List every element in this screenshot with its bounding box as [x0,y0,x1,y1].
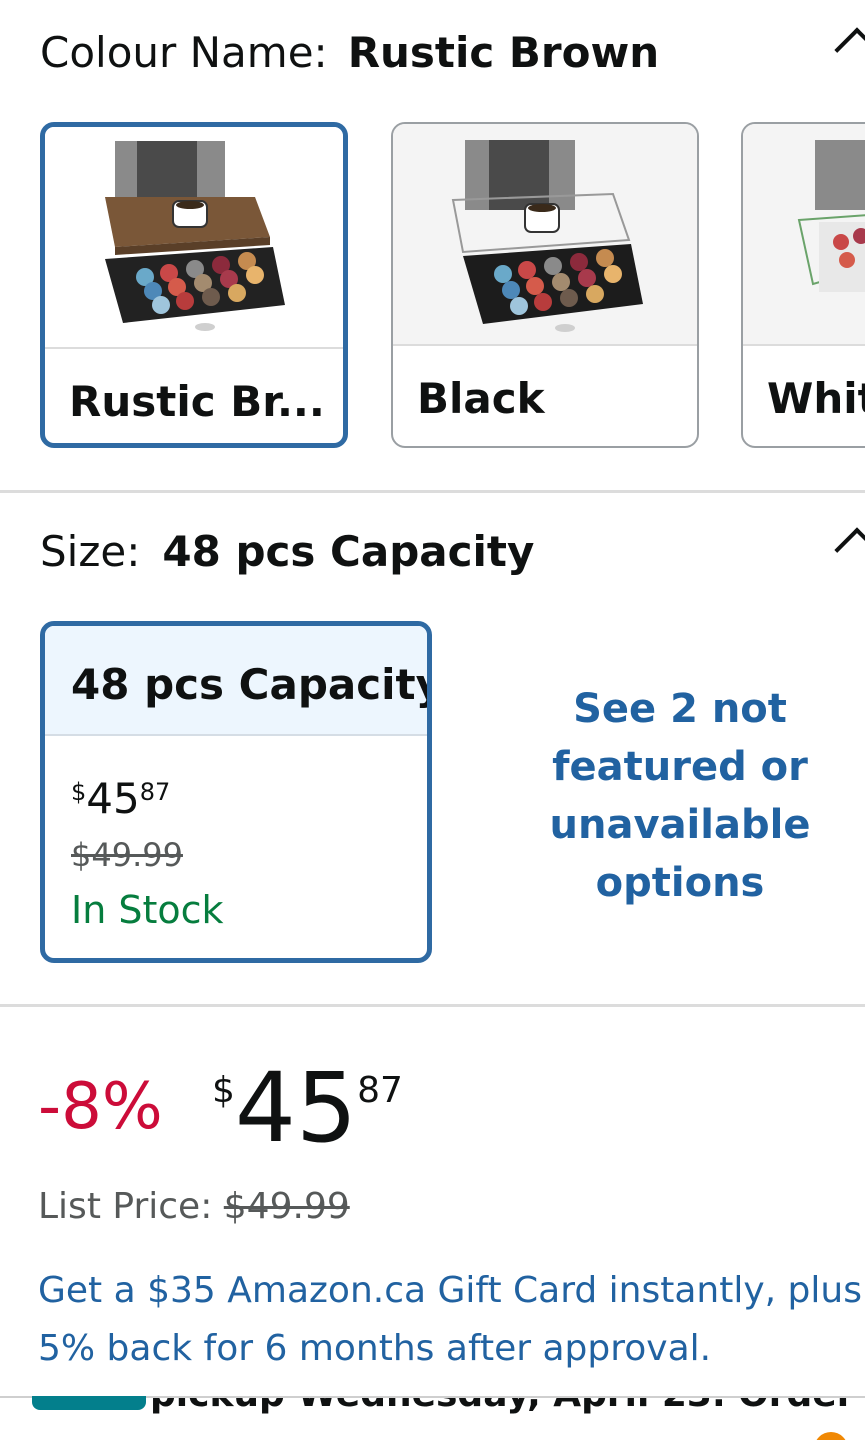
gift-card-promo-link[interactable]: Get a $35 Amazon.ca Gift Card instantly,… [38,1262,865,1378]
cart-badge-icon[interactable] [814,1432,848,1440]
colour-option-label: Whit [767,374,865,423]
colour-option-label: Rustic Br... [69,377,325,426]
stock-status: In Stock [71,888,224,932]
product-variations-page: Colour Name: Rustic Brown Rustic Br... B… [0,0,865,1440]
section-divider [0,1004,865,1007]
colour-selected-value: Rustic Brown [347,28,660,77]
main-price-symbol: $ [212,1070,235,1111]
discount-percentage: -8% [38,1070,163,1144]
price-whole: 45 [86,774,140,823]
bottom-bar: FREE pickup Wednesday, April 23. Order [0,1396,865,1440]
colour-header: Colour Name: Rustic Brown [40,28,659,77]
list-price-value: $49.99 [223,1186,350,1227]
rustic-brown-product-image [45,127,343,349]
price-symbol: $ [71,778,87,806]
size-card-strike-price: $49.99 [71,836,183,874]
size-card-title: 48 pcs Capacity [71,660,432,709]
colour-option-label: Black [417,374,545,423]
white-product-image [743,124,865,346]
section-divider [0,490,865,493]
size-option-48-pcs[interactable]: 48 pcs Capacity $4587 $49.99 In Stock [40,621,432,963]
size-label: Size: [40,527,141,576]
size-header: Size: 48 pcs Capacity [40,527,534,576]
price-fraction: 87 [139,778,171,806]
main-price: $4587 [212,1058,403,1158]
list-price: List Price: $49.99 [38,1186,350,1227]
colour-option-white[interactable]: Whit [741,122,865,448]
black-product-image [393,124,697,346]
colour-label: Colour Name: [40,28,328,77]
colour-option-black[interactable]: Black [391,122,699,448]
list-price-label: List Price: [38,1186,213,1227]
size-selected-value: 48 pcs Capacity [162,527,535,576]
main-price-whole: 45 [234,1052,358,1164]
promo-line-2: 5% back for 6 months after approval. [38,1328,712,1369]
delivery-text-partial: FREE pickup Wednesday, April 23. Order [36,1396,854,1415]
size-card-price: $4587 [71,774,170,823]
main-price-fraction: 87 [357,1070,403,1111]
see-unavailable-options-link[interactable]: See 2 not featured or unavailable option… [520,680,840,912]
collapse-colour-chevron-icon[interactable] [834,27,865,73]
active-tab-indicator [32,1396,146,1410]
collapse-size-chevron-icon[interactable] [834,527,865,573]
promo-line-1: Get a $35 Amazon.ca Gift Card instantly,… [38,1270,865,1311]
colour-option-rustic-brown[interactable]: Rustic Br... [40,122,348,448]
